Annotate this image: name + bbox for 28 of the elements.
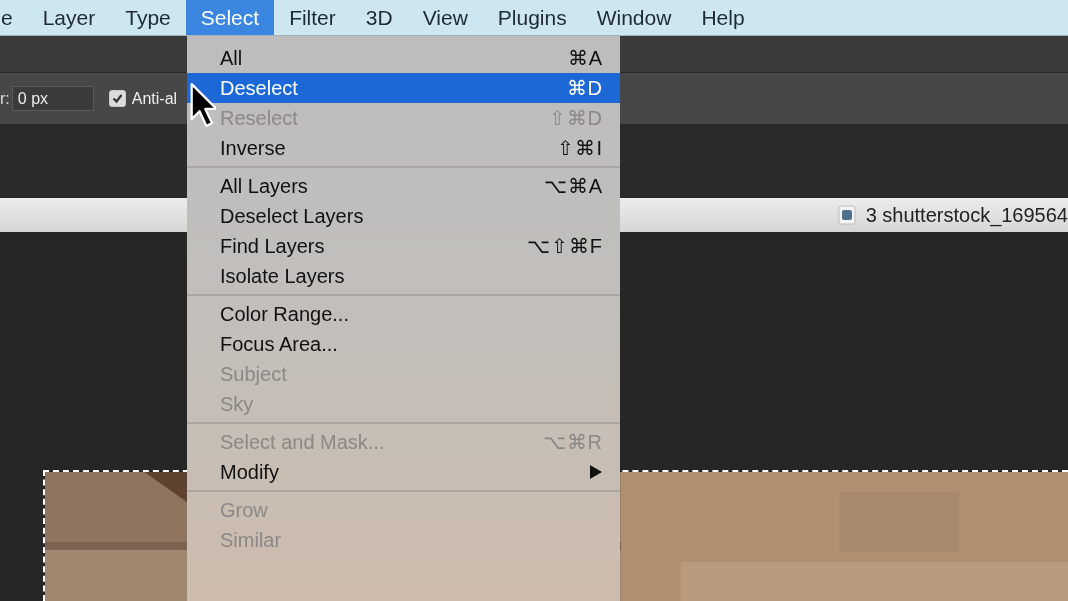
menu-item[interactable]: All Layers ⌥⌘A bbox=[187, 171, 620, 201]
document-tab[interactable]: 3 shutterstock_169564 bbox=[865, 203, 1068, 227]
checkbox-label: Anti-al bbox=[131, 89, 178, 108]
menu-title[interactable]: Select bbox=[185, 0, 275, 35]
menu-item[interactable]: All ⌘A bbox=[187, 43, 620, 73]
menu-title[interactable]: Type bbox=[110, 0, 186, 35]
menu-title[interactable]: Filter bbox=[274, 0, 351, 35]
menu-title[interactable]: Help bbox=[686, 0, 760, 35]
menu-item[interactable]: Modify bbox=[187, 457, 620, 487]
menu-title[interactable]: View bbox=[407, 0, 483, 35]
menu-item[interactable]: Focus Area... bbox=[187, 329, 620, 359]
menu-title[interactable]: Plugins bbox=[482, 0, 582, 35]
field-label: r: bbox=[0, 89, 10, 108]
menu-title[interactable]: Window bbox=[581, 0, 687, 35]
checkbox[interactable] bbox=[108, 90, 126, 107]
menu-item[interactable]: Find Layers ⌥⇧⌘F bbox=[187, 231, 620, 261]
menu-title[interactable]: Layer bbox=[27, 0, 111, 35]
menu-item[interactable]: Color Range... bbox=[187, 299, 620, 329]
menu-title[interactable]: 3D bbox=[350, 0, 408, 35]
menu-item[interactable]: Inverse ⇧⌘I bbox=[187, 133, 620, 163]
menu-title[interactable]: e bbox=[0, 0, 28, 35]
input-field[interactable]: 0 px bbox=[11, 86, 94, 111]
menu-item[interactable]: Deselect Layers bbox=[187, 201, 620, 231]
menu-item[interactable]: Isolate Layers bbox=[187, 261, 620, 291]
mouse-pointer-icon bbox=[190, 82, 216, 128]
menu-item[interactable]: Deselect ⌘D bbox=[187, 73, 620, 103]
submenu-arrow-icon bbox=[589, 464, 603, 480]
document-icon bbox=[837, 205, 856, 225]
